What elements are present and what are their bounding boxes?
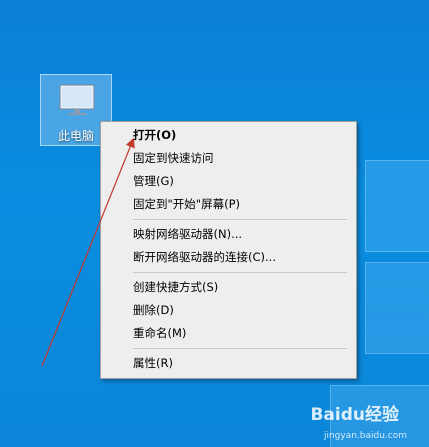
menu-separator: [133, 219, 347, 220]
menu-item[interactable]: 属性(R): [101, 352, 356, 375]
window-light-pane: [365, 160, 429, 252]
menu-item[interactable]: 重命名(M): [101, 322, 356, 345]
menu-item[interactable]: 映射网络驱动器(N)...: [101, 223, 356, 246]
baidu-watermark-url: jingyan.baidu.com: [323, 431, 407, 441]
menu-item[interactable]: 创建快捷方式(S): [101, 276, 356, 299]
menu-item[interactable]: 打开(O): [101, 124, 356, 147]
menu-item[interactable]: 固定到快速访问: [101, 147, 356, 170]
menu-separator: [133, 348, 347, 349]
menu-item[interactable]: 固定到"开始"屏幕(P): [101, 193, 356, 216]
menu-item[interactable]: 删除(D): [101, 299, 356, 322]
context-menu: 打开(O) 固定到快速访问 管理(G) 固定到"开始"屏幕(P) 映射网络驱动器(N).…: [100, 121, 357, 379]
computer-monitor-icon: [59, 84, 95, 115]
menu-item[interactable]: 管理(G): [101, 170, 356, 193]
menu-item[interactable]: 断开网络驱动器的连接(C)...: [101, 246, 356, 269]
window-light-pane: [365, 262, 429, 354]
baidu-watermark: Baidu经验: [310, 405, 399, 425]
menu-separator: [133, 272, 347, 273]
